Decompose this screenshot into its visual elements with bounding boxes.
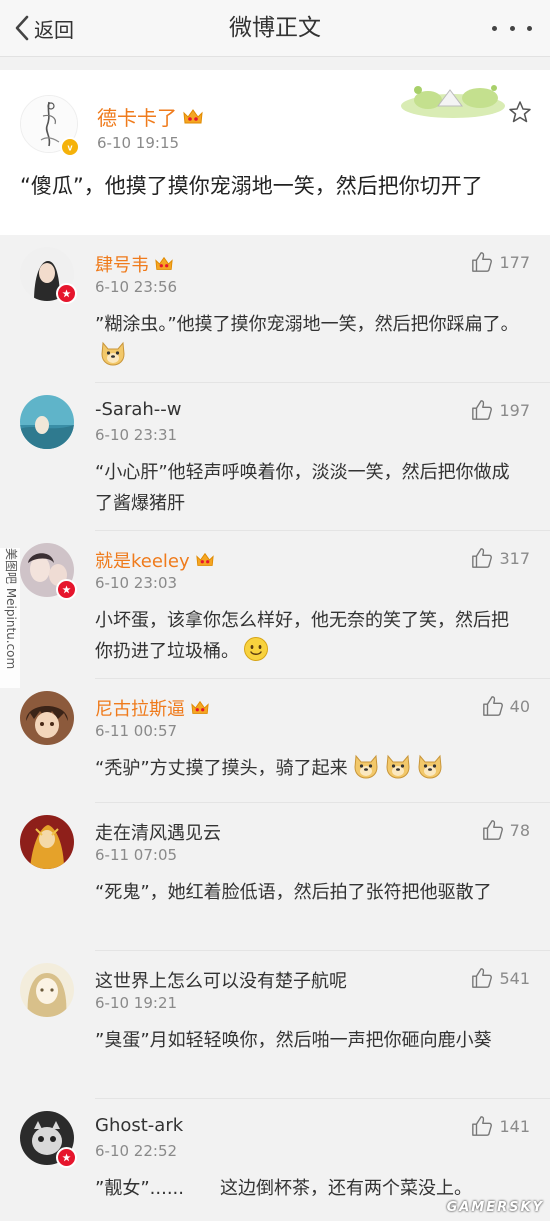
comment-item: 肆号韦 6-10 23:56 177 ”糊涂虫。”他摸了摸你宠溺地一笑，然后把你… <box>0 235 550 383</box>
comment-text-body: “小心肝”他轻声呼唤着你，淡淡一笑，然后把你做成了酱爆猪肝 <box>95 462 510 514</box>
comment-text-body: “死鬼”，她红着脸低语，然后拍了张符把他驱散了 <box>95 882 492 903</box>
original-post: v 德卡卡了 6-10 19:15 “傻瓜”，他摸了摸你宠溺地一笑，然后把你切开… <box>0 70 550 235</box>
comment-text: “秃驴”方丈摸了摸头，骑了起来 <box>95 753 525 784</box>
comment-timestamp: 6-10 23:31 <box>95 426 178 444</box>
avatar-image <box>20 691 74 745</box>
commenter-name-text: 尼古拉斯逼 <box>95 699 185 720</box>
commenter-name[interactable]: 这世界上怎么可以没有楚子航呢 <box>95 967 347 993</box>
like-button[interactable]: 317 <box>471 547 530 569</box>
comment-text: ”糊涂虫。”他摸了摸你宠溺地一笑，然后把你踩扁了。 <box>95 309 525 371</box>
more-dot-icon <box>492 25 497 31</box>
commenter-avatar[interactable] <box>20 691 74 745</box>
like-button[interactable]: 197 <box>471 399 530 421</box>
thumbs-up-icon <box>472 548 493 568</box>
verified-badge-icon <box>56 1147 77 1168</box>
comment-item: -Sarah--w 6-10 23:31 197 “小心肝”他轻声呼唤着你，淡淡… <box>0 383 550 531</box>
comment-timestamp: 6-10 23:03 <box>95 574 178 592</box>
top-navigation-bar: 返回 微博正文 <box>0 0 550 57</box>
comment-item: 这世界上怎么可以没有楚子航呢 6-10 19:21 541 ”臭蛋”月如轻轻唤你… <box>0 951 550 1099</box>
commenter-name-text: 走在清风遇见云 <box>95 823 221 844</box>
commenter-avatar[interactable] <box>20 963 74 1017</box>
favorite-star-icon[interactable] <box>508 100 532 124</box>
comment-text-body: 小坏蛋，该拿你怎么样好，他无奈的笑了笑，然后把你扔进了垃圾桶。 <box>95 610 509 662</box>
thumbs-up-icon <box>472 400 493 420</box>
comment-timestamp: 6-11 00:57 <box>95 722 178 740</box>
comment-timestamp: 6-11 07:05 <box>95 846 178 864</box>
commenter-name-text: 肆号韦 <box>95 255 149 276</box>
like-count: 541 <box>499 968 530 988</box>
comment-item: 尼古拉斯逼 6-11 00:57 40 “秃驴”方丈摸了摸头，骑了起来 <box>0 679 550 803</box>
post-timestamp: 6-10 19:15 <box>97 134 180 152</box>
like-button[interactable]: 177 <box>471 251 530 273</box>
thumbs-up-icon <box>472 252 493 272</box>
verified-badge-icon <box>56 579 77 600</box>
comment-item: 就是keeley 6-10 23:03 317 小坏蛋，该拿你怎么样好，他无奈的… <box>0 531 550 679</box>
comment-text: “小心肝”他轻声呼唤着你，淡淡一笑，然后把你做成了酱爆猪肝 <box>95 457 525 519</box>
like-button[interactable]: 78 <box>482 819 530 841</box>
commenter-name[interactable]: -Sarah--w <box>95 399 182 420</box>
comment-timestamp: 6-10 22:52 <box>95 1142 178 1160</box>
thumbs-up-icon <box>482 820 503 840</box>
vip-crown-icon <box>191 700 209 714</box>
comment-text-body: “秃驴”方丈摸了摸头，骑了起来 <box>95 758 348 779</box>
smile-emoji-icon <box>244 637 268 661</box>
corner-watermark: GAMERSKY <box>446 1200 544 1215</box>
comment-timestamp: 6-10 19:21 <box>95 994 178 1012</box>
comment-timestamp: 6-10 23:56 <box>95 278 178 296</box>
post-content: “傻瓜”，他摸了摸你宠溺地一笑，然后把你切开了 <box>20 174 483 198</box>
doge-emoji-icon <box>101 341 125 366</box>
author-name: 德卡卡了 <box>97 106 177 130</box>
more-options-button[interactable] <box>492 18 532 38</box>
vip-crown-icon <box>183 108 203 123</box>
commenter-name[interactable]: 走在清风遇见云 <box>95 819 221 845</box>
like-count: 177 <box>499 252 530 272</box>
like-count: 40 <box>509 696 530 716</box>
doge-emoji-icon <box>386 754 410 779</box>
doge-emoji-icon <box>354 754 378 779</box>
commenter-name-text: -Sarah--w <box>95 399 182 420</box>
comment-text: “死鬼”，她红着脸低语，然后拍了张符把他驱散了 <box>95 877 525 908</box>
commenter-name[interactable]: 尼古拉斯逼 <box>95 695 210 721</box>
commenter-name[interactable]: 肆号韦 <box>95 251 174 277</box>
avatar-image <box>20 963 74 1017</box>
thumbs-up-icon <box>482 696 503 716</box>
commenter-avatar[interactable] <box>20 815 74 869</box>
author-name-row[interactable]: 德卡卡了 <box>97 102 204 131</box>
commenter-name[interactable]: Ghost-ark <box>95 1115 183 1136</box>
like-button[interactable]: 541 <box>471 967 530 989</box>
svg-text:v: v <box>67 143 72 153</box>
vip-crown-icon <box>195 552 214 566</box>
more-dot-icon <box>527 25 532 31</box>
commenter-name[interactable]: 就是keeley <box>95 547 215 573</box>
commenter-name-text: 这世界上怎么可以没有楚子航呢 <box>95 971 347 992</box>
decorative-illustration <box>401 85 505 118</box>
commenter-name-text: Ghost-ark <box>95 1115 184 1136</box>
page-title: 微博正文 <box>229 15 321 41</box>
like-button[interactable]: 40 <box>482 695 530 717</box>
like-count: 197 <box>499 400 530 420</box>
commenter-name-text: 就是keeley <box>95 551 190 572</box>
avatar-image <box>20 395 74 449</box>
comment-text-body: ”臭蛋”月如轻轻唤你，然后啪一声把你砸向鹿小葵 <box>95 1030 492 1051</box>
comment-text-body: ”靓女”...... 这边倒杯茶，还有两个菜没上。 <box>95 1178 472 1199</box>
more-dot-icon <box>509 25 515 31</box>
side-watermark: 美图吧 Meipintu.com <box>4 548 18 670</box>
comment-text: ”臭蛋”月如轻轻唤你，然后啪一声把你砸向鹿小葵 <box>95 1025 525 1056</box>
comment-text: 小坏蛋，该拿你怎么样好，他无奈的笑了笑，然后把你扔进了垃圾桶。 <box>95 605 525 667</box>
verified-badge-icon <box>56 283 77 304</box>
comment-text-body: ”糊涂虫。”他摸了摸你宠溺地一笑，然后把你踩扁了。 <box>95 314 519 335</box>
avatar-image <box>20 815 74 869</box>
thumbs-up-icon <box>472 968 493 988</box>
doge-emoji-icon <box>418 754 442 779</box>
comment-item: 走在清风遇见云 6-11 07:05 78 “死鬼”，她红着脸低语，然后拍了张符… <box>0 803 550 951</box>
vip-crown-icon <box>155 256 173 270</box>
like-button[interactable]: 141 <box>471 1115 530 1137</box>
thumbs-up-icon <box>472 1116 493 1136</box>
like-count: 141 <box>499 1116 530 1136</box>
like-count: 317 <box>499 548 530 568</box>
like-count: 78 <box>509 820 530 840</box>
verified-badge-icon: v <box>60 137 80 157</box>
commenter-avatar[interactable] <box>20 395 74 449</box>
